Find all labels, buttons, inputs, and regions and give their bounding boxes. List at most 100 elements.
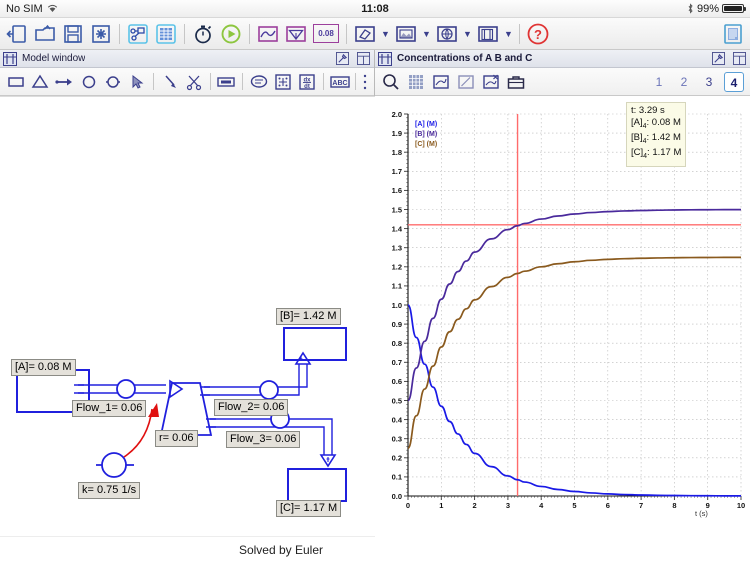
delete-plot-icon[interactable] bbox=[479, 70, 503, 94]
new-folder-icon[interactable] bbox=[32, 21, 58, 47]
stock-b-box[interactable] bbox=[283, 327, 347, 361]
svg-text:?: ? bbox=[534, 27, 542, 42]
palette-separator bbox=[323, 73, 324, 90]
solver-status-text: Solved by Euler bbox=[238, 542, 323, 557]
rectangle-tool[interactable] bbox=[4, 70, 27, 94]
svg-text:[A] (M): [A] (M) bbox=[415, 121, 437, 128]
svg-text:1: 1 bbox=[439, 501, 443, 510]
open-model-icon[interactable] bbox=[4, 21, 30, 47]
eraser-dropdown-caret-icon[interactable]: ▼ bbox=[380, 29, 391, 39]
flow-tool[interactable] bbox=[53, 70, 76, 94]
flow2-valve[interactable] bbox=[259, 380, 279, 400]
model-pane-title: Model window bbox=[22, 53, 86, 64]
status-bar-left: No SIM bbox=[6, 3, 58, 15]
chart-settings-icon[interactable] bbox=[710, 51, 726, 67]
connector-tool[interactable] bbox=[158, 70, 181, 94]
chart-maximize-icon[interactable] bbox=[731, 51, 747, 67]
image-dropdown-caret-icon[interactable]: ▼ bbox=[421, 29, 432, 39]
svg-text:[C] (M): [C] (M) bbox=[415, 141, 437, 148]
carrier-label: No SIM bbox=[6, 2, 43, 15]
concentration-plot: 0.0 0.1 0.2 0.3 0.4 0.5 0.6 0.7 0.8 0.9 1.0 1.1 1.2 1… bbox=[392, 110, 746, 518]
reservoir-tool[interactable] bbox=[28, 70, 51, 94]
stock-c-label[interactable]: [C]= 1.17 M bbox=[276, 500, 342, 517]
model-canvas[interactable]: [A]= 0.08 M [B]= 1.42 M [C]= 1.17 M Flow… bbox=[0, 96, 375, 562]
cursor-readout-box: t: 3.29 s [A]4: 0.08 M [B]4: 1.42 M [C]4… bbox=[626, 102, 687, 167]
stock-c-box[interactable] bbox=[287, 468, 347, 502]
model-diagram-icon[interactable] bbox=[125, 21, 151, 47]
eraser-icon[interactable] bbox=[352, 21, 378, 47]
toolbar-separator bbox=[119, 23, 120, 44]
svg-text:0.1: 0.1 bbox=[392, 473, 402, 482]
value-badge-text: 0.08 bbox=[313, 24, 339, 43]
stock-a-label[interactable]: [A]= 0.08 M bbox=[11, 359, 76, 376]
edit-plot-icon[interactable] bbox=[454, 70, 478, 94]
palette-separator bbox=[209, 73, 211, 90]
circle-tool[interactable] bbox=[77, 70, 100, 94]
move-tool[interactable] bbox=[271, 70, 294, 94]
table-icon[interactable] bbox=[153, 21, 179, 47]
flow3-label[interactable]: Flow_3= 0.06 bbox=[226, 431, 301, 448]
scissors-tool[interactable] bbox=[182, 70, 205, 94]
toolbox-icon[interactable] bbox=[504, 70, 528, 94]
model-settings-icon[interactable] bbox=[334, 51, 350, 67]
svg-text:1.4: 1.4 bbox=[392, 224, 403, 233]
run-simulation-icon[interactable] bbox=[218, 21, 244, 47]
chart-canvas[interactable]: 0.0 0.1 0.2 0.3 0.4 0.5 0.6 0.7 0.8 0.9 1.0 1.1 1.2 1… bbox=[375, 96, 750, 562]
k-param-label[interactable]: k= 0.75 1/s bbox=[78, 482, 141, 499]
abc-tool[interactable]: ABC bbox=[328, 70, 351, 94]
flow2-label[interactable]: Flow_2= 0.06 bbox=[214, 399, 289, 416]
flow1-valve[interactable] bbox=[116, 379, 136, 399]
chart-page-2[interactable]: 2 bbox=[674, 72, 694, 92]
chart-tool-palette: 1 2 3 4 bbox=[375, 68, 750, 96]
comment-tool[interactable] bbox=[247, 70, 270, 94]
text-box-tool[interactable] bbox=[215, 70, 238, 94]
help-icon[interactable]: ? bbox=[525, 21, 551, 47]
palette-separator bbox=[355, 73, 357, 90]
graph-icon[interactable] bbox=[255, 21, 281, 47]
derivative-tool[interactable]: dx dt bbox=[296, 70, 319, 94]
palette-separator bbox=[242, 73, 243, 90]
chart-pane: Concentrations of A B and C 1 2 3 4 0.0 … bbox=[375, 50, 750, 562]
chart-page-4[interactable]: 4 bbox=[724, 71, 744, 92]
gauge-icon[interactable] bbox=[283, 21, 309, 47]
svg-text:0.9: 0.9 bbox=[392, 320, 402, 329]
svg-text:1.5: 1.5 bbox=[392, 205, 402, 214]
flow1-label[interactable]: Flow_1= 0.06 bbox=[72, 400, 147, 417]
more-tools[interactable] bbox=[360, 70, 370, 94]
main-toolbar: 0.08 ▼ ▼ ▼ ▼ ? bbox=[0, 18, 750, 50]
model-maximize-icon[interactable] bbox=[355, 51, 371, 67]
readout-a: [A]4: 0.08 M bbox=[631, 116, 681, 130]
zoom-icon[interactable] bbox=[379, 70, 403, 94]
chart-page-3[interactable]: 3 bbox=[699, 72, 719, 92]
valve-tool[interactable] bbox=[101, 70, 124, 94]
stopwatch-icon[interactable] bbox=[190, 21, 216, 47]
chart-page-1[interactable]: 1 bbox=[649, 72, 669, 92]
svg-text:1.1: 1.1 bbox=[392, 282, 402, 291]
k-converter[interactable] bbox=[101, 452, 127, 478]
grid-icon[interactable] bbox=[404, 70, 428, 94]
svg-text:1.0: 1.0 bbox=[392, 301, 402, 310]
copy-pages-icon[interactable] bbox=[475, 21, 501, 47]
chart-legend: [A] (M) [B] (M) [C] (M) bbox=[415, 121, 437, 148]
globe-icon[interactable] bbox=[434, 21, 460, 47]
rate-label[interactable]: r= 0.06 bbox=[155, 430, 198, 447]
chart-series bbox=[407, 208, 742, 497]
value-display-icon[interactable]: 0.08 bbox=[311, 21, 341, 47]
plot-settings-icon[interactable] bbox=[429, 70, 453, 94]
toolbar-separator bbox=[519, 23, 520, 44]
reaction-flask[interactable] bbox=[159, 382, 213, 436]
copy-dropdown-caret-icon[interactable]: ▼ bbox=[503, 29, 514, 39]
ios-status-bar: No SIM 11:08 99% bbox=[0, 0, 750, 18]
toolbar-separator bbox=[346, 23, 347, 44]
globe-dropdown-caret-icon[interactable]: ▼ bbox=[462, 29, 473, 39]
svg-text:0.6: 0.6 bbox=[392, 377, 402, 386]
model-status-bar: Solved by Euler bbox=[0, 536, 375, 562]
stock-b-label[interactable]: [B]= 1.42 M bbox=[276, 308, 341, 325]
image-icon[interactable] bbox=[393, 21, 419, 47]
notebook-icon[interactable] bbox=[720, 21, 746, 47]
pointer-tool[interactable] bbox=[126, 70, 149, 94]
k-influence-arrowhead bbox=[148, 403, 159, 417]
save-icon[interactable] bbox=[60, 21, 86, 47]
new-document-icon[interactable] bbox=[88, 21, 114, 47]
toolbar-separator bbox=[249, 23, 250, 44]
